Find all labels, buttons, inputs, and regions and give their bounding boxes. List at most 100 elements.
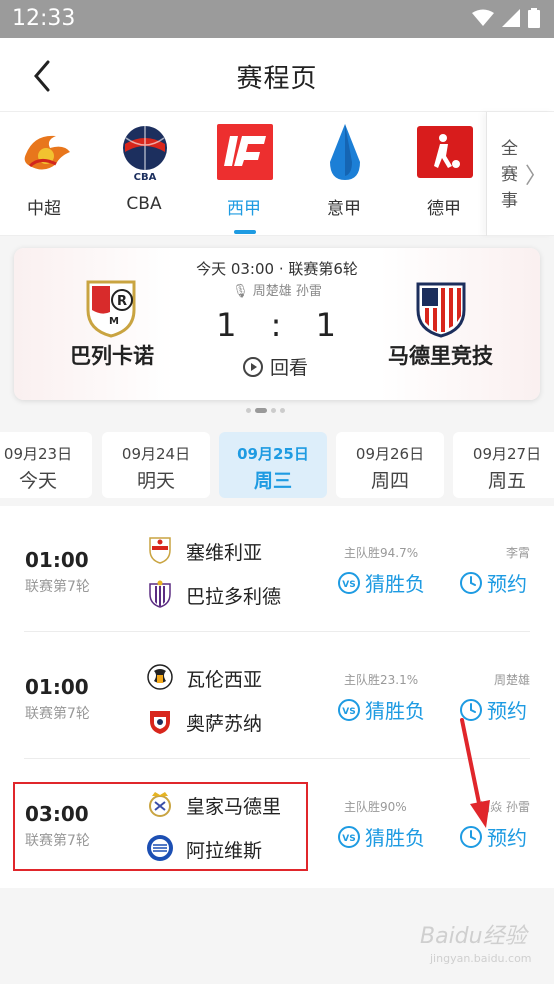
vs-icon: VS [338, 698, 360, 721]
date-label: 09月26日 [355, 445, 425, 463]
carousel-dot [271, 408, 276, 413]
date-tab[interactable]: 09月27日 周五 [453, 432, 554, 498]
date-label: 09月24日 [121, 445, 191, 463]
signal-icon [502, 9, 520, 27]
valladolid-crest-icon [149, 580, 171, 608]
play-circle-icon [243, 356, 263, 377]
win-prediction: 主队胜23.1% [344, 673, 419, 687]
league-tab-laliga[interactable]: 西甲 [194, 118, 294, 234]
all-leagues-button[interactable]: 全赛事 〉 [486, 112, 554, 236]
commentator: 李霄 [505, 546, 530, 560]
replay-label: 回看 [270, 357, 309, 379]
guess-label: 猜胜负 [365, 572, 425, 596]
microphone-icon: 🎙 [232, 284, 249, 299]
csl-logo-icon [24, 135, 71, 170]
league-name: CBA [126, 194, 162, 214]
carousel-dot [280, 408, 285, 413]
cba-logo-icon: CBA [123, 126, 167, 182]
battery-icon [528, 8, 540, 28]
date-tab-active[interactable]: 09月25日 周三 [219, 432, 327, 498]
league-tabs: 中超 CBA CBA 西甲 意甲 德甲 全赛事 〉 [0, 112, 554, 236]
date-tab[interactable]: 09月26日 周四 [336, 432, 444, 498]
league-tab-serie-a[interactable]: 意甲 [294, 118, 394, 230]
day-label: 周四 [370, 470, 409, 492]
laliga-logo-icon [217, 124, 273, 180]
guess-result-button[interactable]: VS 猜胜负 [337, 822, 425, 851]
match-round: 联赛第7轮 [25, 706, 90, 722]
replay-button[interactable]: 回看 [242, 353, 308, 380]
away-team-name: 巴拉多利德 [186, 586, 282, 608]
date-label: 09月27日 [472, 445, 542, 463]
commentator: 周楚雄 [493, 673, 530, 687]
svg-text:VS: VS [342, 834, 355, 844]
league-tab-cba[interactable]: CBA CBA [94, 118, 194, 230]
day-label: 明天 [136, 470, 175, 492]
league-name: 西甲 [227, 199, 261, 219]
day-label: 周五 [487, 470, 526, 492]
date-tab[interactable]: 09月24日 明天 [102, 432, 210, 498]
league-tab-bundesliga[interactable]: 德甲 [394, 118, 494, 230]
home-team-name: 巴列卡诺 [70, 344, 154, 368]
league-name: 德甲 [427, 199, 461, 219]
row-divider [24, 631, 530, 632]
serie-a-logo-icon [330, 124, 360, 180]
date-tab[interactable]: 09月23日 今天 [0, 432, 92, 498]
match-row[interactable]: 01:00 联赛第7轮 塞维利亚 巴拉多利德 主队胜94.7% 李霄 VS 猜胜… [0, 506, 554, 632]
guess-label: 猜胜负 [365, 826, 425, 850]
status-bar: 12:33 [0, 0, 554, 38]
bundesliga-logo-icon [417, 126, 473, 178]
day-label: 今天 [18, 470, 57, 492]
home-score: 1 [216, 306, 239, 344]
wifi-icon [472, 9, 494, 26]
league-name: 中超 [27, 199, 61, 219]
win-prediction: 主队胜90% [344, 800, 407, 814]
featured-match-card[interactable]: R M 巴列卡诺 今天 03:00 · 联赛第6轮 🎙 周楚雄 孙雷 1 : 1… [14, 248, 540, 400]
status-time: 12:33 [12, 6, 76, 31]
page-title: 赛程页 [236, 64, 318, 94]
match-round: 联赛第7轮 [25, 579, 90, 595]
svg-text:VS: VS [342, 580, 355, 590]
nav-bar: 赛程页 [0, 38, 554, 112]
home-team-name: 塞维利亚 [186, 542, 263, 564]
reserve-label: 预约 [487, 572, 527, 596]
valencia-crest-icon [147, 664, 173, 690]
league-name: 意甲 [327, 199, 361, 219]
osasuna-crest-icon [150, 711, 170, 734]
watermark: Baidu经验 [420, 924, 527, 949]
status-icons [472, 8, 540, 28]
atletico-madrid-logo-icon [416, 282, 466, 338]
match-time: 01:00 [25, 675, 89, 699]
clock-icon [460, 571, 482, 594]
carousel-dots [246, 408, 285, 413]
guess-label: 猜胜负 [365, 699, 425, 723]
date-selector: 09月23日 今天 09月24日 明天 09月25日 周三 09月26日 周四 … [0, 428, 554, 502]
vs-icon: VS [338, 825, 360, 848]
watermark-url: jingyan.baidu.com [430, 952, 532, 965]
win-prediction: 主队胜94.7% [344, 546, 419, 560]
guess-result-button[interactable]: VS 猜胜负 [337, 568, 425, 597]
vs-icon: VS [338, 571, 360, 594]
svg-text:CBA: CBA [134, 172, 157, 182]
active-tab-indicator [234, 230, 256, 234]
score-separator: : [270, 306, 284, 344]
commentator-names: 周楚雄 孙雷 [252, 284, 322, 299]
league-tab-csl[interactable]: 中超 [0, 118, 94, 230]
carousel-dot [246, 408, 251, 413]
chevron-right-icon: 〉 [525, 164, 548, 189]
away-team-name: 奥萨苏纳 [186, 713, 263, 735]
away-score: 1 [315, 306, 338, 344]
svg-text:VS: VS [342, 707, 355, 717]
date-label: 09月25日 [237, 445, 309, 463]
day-label: 周三 [253, 470, 292, 492]
match-time: 01:00 [25, 548, 89, 572]
guess-result-button[interactable]: VS 猜胜负 [337, 695, 425, 724]
carousel-dot-active [255, 408, 267, 413]
all-leagues-label: 全赛事 [501, 139, 518, 211]
away-team-name: 马德里竞技 [388, 344, 493, 368]
highlight-box [13, 782, 308, 871]
reserve-button[interactable]: 预约 [459, 568, 527, 597]
sevilla-crest-icon [149, 537, 171, 564]
home-team-name: 瓦伦西亚 [186, 669, 263, 691]
annotation-arrow-icon [460, 718, 490, 828]
date-label: 09月23日 [3, 445, 73, 463]
